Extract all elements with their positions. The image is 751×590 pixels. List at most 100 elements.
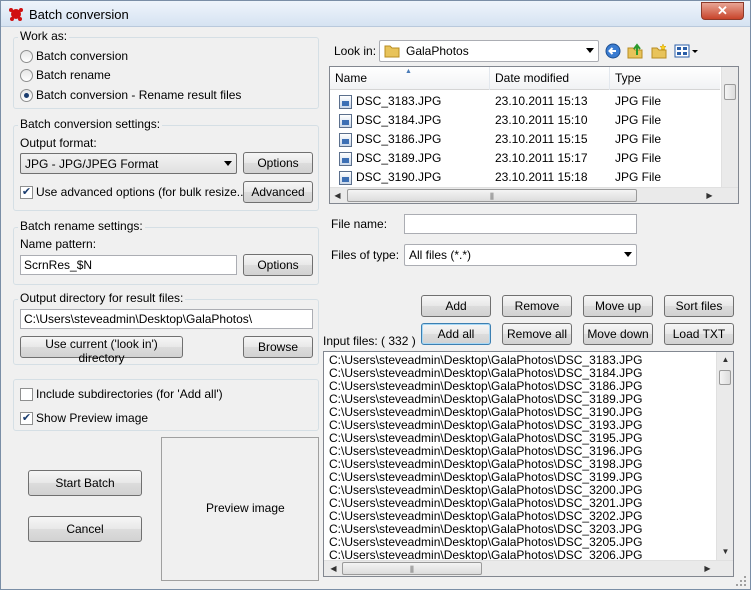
advanced-options-checkbox[interactable]: ✔ (20, 186, 33, 199)
radio-batch-conversion-rename[interactable] (20, 89, 33, 102)
radio-batch-rename[interactable] (20, 69, 33, 82)
output-format-value: JPG - JPG/JPEG Format (25, 157, 159, 171)
scroll-left-icon[interactable]: ◀ (330, 188, 345, 203)
up-folder-icon[interactable] (627, 43, 643, 59)
radio-batch-conversion-label[interactable]: Batch conversion (36, 49, 128, 63)
add-all-button[interactable]: Add all (421, 323, 491, 345)
file-row[interactable]: DSC_3190.JPG 23.10.2011 15:18 JPG File (330, 168, 720, 187)
input-files-vscrollbar[interactable]: ▲ ▼ (716, 352, 733, 560)
name-pattern-label: Name pattern: (20, 237, 97, 251)
scroll-up-icon[interactable]: ▲ (718, 352, 733, 367)
scroll-right-icon[interactable]: ▶ (700, 561, 715, 576)
advanced-options-label[interactable]: Use advanced options (for bulk resize...… (36, 185, 251, 199)
include-subdirectories-label[interactable]: Include subdirectories (for 'Add all') (36, 387, 223, 401)
load-txt-button[interactable]: Load TXT (664, 323, 734, 345)
advanced-button[interactable]: Advanced (243, 181, 313, 203)
chevron-down-icon (224, 161, 232, 166)
file-name-input[interactable] (404, 214, 637, 234)
folder-icon (384, 45, 400, 58)
chevron-down-icon (624, 252, 632, 257)
look-in-select[interactable]: GalaPhotos (379, 40, 599, 62)
sort-files-button[interactable]: Sort files (664, 295, 734, 317)
jpg-file-icon (339, 133, 352, 147)
output-directory-input[interactable]: C:\Users\steveadmin\Desktop\GalaPhotos\ (20, 309, 313, 329)
scroll-right-icon[interactable]: ▶ (702, 188, 717, 203)
scroll-left-icon[interactable]: ◀ (326, 561, 341, 576)
show-preview-checkbox[interactable]: ✔ (20, 412, 33, 425)
file-type: JPG File (615, 132, 662, 146)
input-files-hscrollbar[interactable]: ◀ ⫼ ▶ (324, 560, 733, 576)
column-type[interactable]: Type (610, 67, 720, 90)
app-logo-icon (9, 8, 23, 21)
show-preview-label[interactable]: Show Preview image (36, 411, 148, 425)
remove-button[interactable]: Remove (502, 295, 572, 317)
file-name: DSC_3184.JPG (356, 113, 442, 127)
format-options-button[interactable]: Options (243, 152, 313, 174)
start-batch-button[interactable]: Start Batch (28, 470, 142, 496)
file-type: JPG File (615, 151, 662, 165)
file-row[interactable]: DSC_3186.JPG 23.10.2011 15:15 JPG File (330, 130, 720, 149)
files-of-type-value: All files (*.*) (409, 248, 472, 262)
files-of-type-select[interactable]: All files (*.*) (404, 244, 637, 266)
radio-batch-conversion-rename-label[interactable]: Batch conversion - Rename result files (36, 88, 241, 102)
file-list-header: Name ▲ Date modified Type (330, 67, 720, 90)
batch-conversion-window: Batch conversion ✕ Work as: Batch conver… (0, 0, 751, 590)
chevron-down-icon (586, 48, 594, 53)
rename-options-button[interactable]: Options (243, 254, 313, 276)
rename-settings-label: Batch rename settings: (18, 219, 145, 233)
add-button[interactable]: Add (421, 295, 491, 317)
file-type: JPG File (615, 94, 662, 108)
file-list-hscroll-thumb[interactable]: ⫼ (347, 189, 637, 202)
radio-batch-conversion[interactable] (20, 50, 33, 63)
move-up-button[interactable]: Move up (583, 295, 653, 317)
resize-grip-icon[interactable] (735, 575, 747, 587)
name-pattern-input[interactable]: ScrnRes_$N (20, 255, 237, 275)
file-name: DSC_3189.JPG (356, 151, 442, 165)
title-bar[interactable]: Batch conversion ✕ (1, 1, 750, 27)
preview-label: Preview image (206, 501, 285, 515)
file-type: JPG File (615, 113, 662, 127)
file-list-vscrollbar[interactable] (721, 67, 738, 188)
close-button[interactable]: ✕ (701, 2, 744, 20)
file-date: 23.10.2011 15:10 (495, 113, 588, 127)
conversion-settings-label: Batch conversion settings: (18, 117, 163, 131)
look-in-label: Look in: (334, 44, 377, 58)
file-name: DSC_3186.JPG (356, 132, 442, 146)
file-row[interactable]: DSC_3189.JPG 23.10.2011 15:17 JPG File (330, 149, 720, 168)
input-files-label: Input files: ( 332 ) (323, 334, 416, 348)
use-current-directory-button[interactable]: Use current ('look in') directory (20, 336, 183, 365)
output-format-select[interactable]: JPG - JPG/JPEG Format (20, 153, 237, 174)
jpg-file-icon (339, 171, 352, 185)
radio-batch-rename-label[interactable]: Batch rename (36, 68, 111, 82)
files-of-type-label: Files of type: (331, 248, 400, 262)
jpg-file-icon (339, 95, 352, 109)
browse-button[interactable]: Browse (243, 336, 313, 358)
scroll-down-icon[interactable]: ▼ (718, 544, 733, 559)
back-icon[interactable] (605, 43, 621, 59)
file-date: 23.10.2011 15:15 (495, 132, 588, 146)
window-title: Batch conversion (29, 7, 129, 22)
cancel-button[interactable]: Cancel (28, 516, 142, 542)
file-name: DSC_3183.JPG (356, 94, 442, 108)
include-subdirectories-checkbox[interactable] (20, 388, 33, 401)
input-files-hscroll-thumb[interactable]: ⫼ (342, 562, 482, 575)
look-in-value: GalaPhotos (406, 44, 469, 58)
new-folder-icon[interactable] (651, 43, 667, 59)
input-files-list[interactable]: C:\Users\steveadmin\Desktop\GalaPhotos\D… (323, 351, 734, 577)
input-files-vscroll-thumb[interactable] (719, 370, 731, 385)
file-row[interactable]: DSC_3184.JPG 23.10.2011 15:10 JPG File (330, 111, 720, 130)
column-date-modified[interactable]: Date modified (490, 67, 610, 90)
file-browser-list[interactable]: Name ▲ Date modified Type DSC_3183.JPG 2… (329, 66, 739, 204)
jpg-file-icon (339, 114, 352, 128)
file-row[interactable]: DSC_3183.JPG 23.10.2011 15:13 JPG File (330, 92, 720, 111)
view-menu-icon[interactable] (674, 43, 700, 59)
move-down-button[interactable]: Move down (583, 323, 653, 345)
file-name: DSC_3190.JPG (356, 170, 442, 184)
file-date: 23.10.2011 15:18 (495, 170, 588, 184)
jpg-file-icon (339, 152, 352, 166)
remove-all-button[interactable]: Remove all (502, 323, 572, 345)
file-list-vscroll-thumb[interactable] (724, 84, 736, 100)
file-list-hscrollbar[interactable]: ◀ ⫼ ▶ (330, 187, 738, 203)
output-directory-label: Output directory for result files: (18, 291, 186, 305)
work-as-label: Work as: (18, 29, 70, 43)
